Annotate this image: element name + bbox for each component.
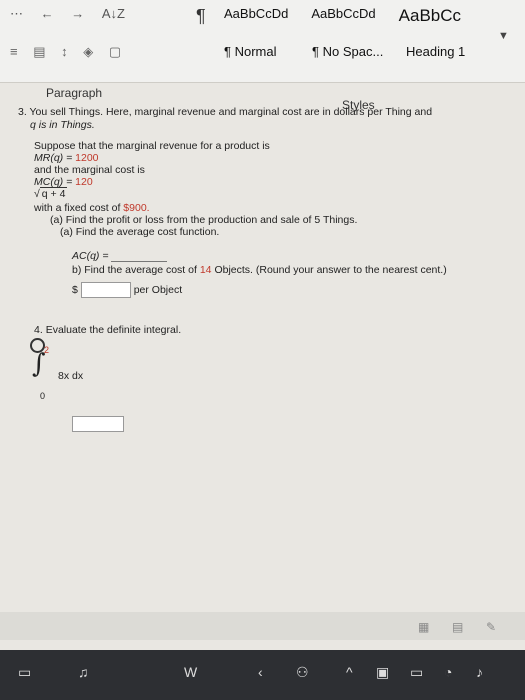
document-page: 3. You sell Things. Here, marginal reven… <box>18 106 513 616</box>
and-mc-text: and the marginal cost is <box>34 164 145 176</box>
sort-icon[interactable]: A↓Z <box>102 6 125 21</box>
group-paragraph-label: Paragraph <box>46 86 103 100</box>
people-icon[interactable]: ⚇ <box>296 664 309 681</box>
doc-status-strip <box>0 612 525 640</box>
part-b-num: 14 <box>199 264 212 276</box>
show-formatting-icon[interactable]: ¶ <box>196 6 206 27</box>
wifi-icon[interactable]: ◔ <box>444 664 452 680</box>
per-object-label: per Object <box>133 283 183 296</box>
q3-suppose: Suppose that the marginal revenue for a … <box>34 140 270 152</box>
chevron-right-icon[interactable]: ‹ <box>258 664 263 680</box>
avg-cost-answer-box[interactable] <box>80 282 131 298</box>
line-spacing-icon[interactable]: ↕ <box>61 44 68 59</box>
part-b-post: Objects. (Round your answer to the neare… <box>214 264 447 276</box>
justify-icon[interactable]: ▤ <box>33 44 45 60</box>
mr-label: MR(q) = <box>34 152 73 164</box>
ac-answer-field[interactable] <box>111 251 168 262</box>
dollar-sign: $ <box>72 283 78 296</box>
q4-number: 4. <box>34 324 43 336</box>
q3-line2: q is in Things. <box>30 119 95 131</box>
integral-answer-box[interactable] <box>72 416 124 432</box>
style-nospacing-name[interactable]: ¶ No Spac... <box>312 44 383 59</box>
mr-value: 1200 <box>75 152 99 164</box>
ribbon-tools-row1: ⋯ ← → A↓Z <box>10 6 139 22</box>
style-heading1-preview[interactable]: AaBbCc <box>399 6 486 26</box>
fixed-cost-value: $900. <box>123 202 150 214</box>
mc-value: 120 <box>75 176 93 188</box>
more-icon[interactable]: ⋯ <box>10 6 23 22</box>
music-icon[interactable]: ♫ <box>78 664 89 680</box>
sqrt-expression: q + 4 <box>39 187 68 200</box>
ribbon-tools-row2: ≡ ▤ ↕ ◈ ▢ <box>10 44 133 60</box>
display-icon[interactable]: ▣ <box>376 664 389 681</box>
q3-number: 3. <box>18 106 27 118</box>
style-heading1-name[interactable]: Heading 1 <box>406 44 465 59</box>
style-normal-preview[interactable]: AaBbCcDd <box>224 6 311 26</box>
part-a-text: (a) Find the profit or loss from the pro… <box>50 214 358 226</box>
ribbon: ⋯ ← → A↓Z ¶ ≡ ▤ ↕ ◈ ▢ AaBbCcDd AaBbCcDd … <box>0 0 525 82</box>
chevron-up-icon[interactable]: ^ <box>346 664 353 680</box>
style-nospacing-preview[interactable]: AaBbCcDd <box>311 6 398 26</box>
integral-lower-bound: 0 <box>40 391 46 401</box>
zoom-icon[interactable]: ✎ <box>486 620 496 634</box>
q4-text: Evaluate the definite integral. <box>45 324 182 336</box>
styles-dropdown-icon[interactable]: ▼ <box>498 30 509 42</box>
battery-icon[interactable]: ▭ <box>410 664 423 681</box>
layout-icon[interactable]: ▦ <box>418 620 429 634</box>
back-icon[interactable]: ← <box>41 6 54 21</box>
volume-icon[interactable]: ♪ <box>476 664 483 680</box>
align-icon[interactable]: ≡ <box>10 44 18 59</box>
task-view-icon[interactable]: ▭ <box>18 664 31 681</box>
q3-line1: You sell Things. Here, marginal revenue … <box>29 106 433 118</box>
word-icon[interactable]: W <box>184 664 197 680</box>
part-b-pre: b) Find the average cost of <box>72 264 197 276</box>
ribbon-divider <box>0 82 525 83</box>
integral-sign-icon: ∫ <box>32 349 46 379</box>
integrand: 8x dx <box>58 370 84 382</box>
forward-icon[interactable]: → <box>71 6 84 21</box>
view-icon[interactable]: ▤ <box>452 620 463 634</box>
styles-gallery: AaBbCcDd AaBbCcDd AaBbCc ¶ Normal ¶ No S… <box>224 6 486 74</box>
shading-icon[interactable]: ◈ <box>83 44 93 60</box>
style-normal-name[interactable]: ¶ Normal <box>224 44 277 59</box>
borders-icon[interactable]: ▢ <box>109 44 121 60</box>
part-a2-text: (a) Find the average cost function. <box>60 226 220 238</box>
ac-label: AC(q) = <box>72 250 109 262</box>
fixed-cost-text: with a fixed cost of <box>34 202 121 214</box>
